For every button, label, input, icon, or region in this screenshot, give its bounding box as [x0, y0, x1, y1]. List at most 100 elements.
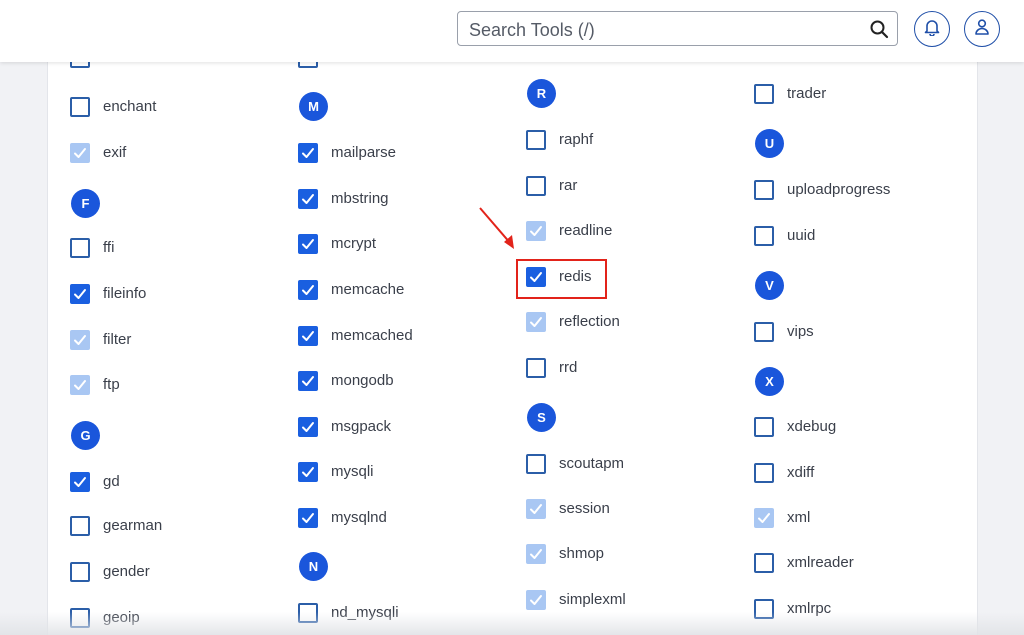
extension-checkbox[interactable] [298, 462, 318, 482]
extensions-column-1: ctio enchant exif Fffi fileinfo filter ftp Ggd g… [70, 62, 300, 635]
account-button[interactable] [964, 11, 1000, 47]
extension-row[interactable]: shmop [526, 542, 746, 566]
extension-row[interactable]: xmlreader [754, 551, 974, 575]
extension-checkbox[interactable] [754, 226, 774, 246]
extension-row[interactable]: uploadprogress [754, 178, 974, 202]
extension-row[interactable]: geoip [70, 606, 290, 630]
extension-checkbox[interactable] [754, 180, 774, 200]
extension-checkbox [70, 143, 90, 163]
extension-row[interactable]: memcache [298, 278, 518, 302]
extension-checkbox[interactable] [526, 358, 546, 378]
extension-row[interactable]: readline [526, 219, 746, 243]
extension-checkbox[interactable] [754, 553, 774, 573]
extension-checkbox[interactable] [298, 371, 318, 391]
extension-row[interactable]: exif [70, 141, 290, 165]
checkmark-icon [530, 549, 542, 559]
extension-label: redis [559, 268, 592, 285]
extension-row[interactable]: rrd [526, 356, 746, 380]
extension-row[interactable]: ctio [70, 62, 290, 70]
extension-checkbox[interactable] [70, 62, 90, 68]
extension-row[interactable]: xml [754, 506, 974, 530]
extension-label: raphf [559, 131, 594, 148]
extension-row[interactable]: redis [526, 265, 746, 289]
extension-label: vips [787, 323, 814, 340]
extension-label: enchant [103, 98, 157, 115]
search-input[interactable] [467, 18, 851, 42]
extension-row[interactable]: enchant [70, 95, 290, 119]
extension-checkbox[interactable] [70, 562, 90, 582]
extension-checkbox[interactable] [70, 238, 90, 258]
extension-label: gender [103, 563, 150, 580]
extension-row[interactable]: nd_mysqli [298, 601, 518, 625]
extension-checkbox[interactable] [298, 326, 318, 346]
extension-row[interactable]: msgpack [298, 415, 518, 439]
extension-row[interactable]: uuid [754, 224, 974, 248]
extension-row[interactable]: fileinfo [70, 282, 290, 306]
extension-label: mysqlnd [331, 509, 387, 526]
extension-checkbox[interactable] [70, 608, 90, 628]
search-box[interactable] [457, 11, 898, 46]
section-letter-badge: R [527, 79, 556, 108]
extension-checkbox[interactable] [526, 176, 546, 196]
extension-checkbox [526, 312, 546, 332]
extension-checkbox[interactable] [754, 417, 774, 437]
extension-checkbox[interactable] [298, 508, 318, 528]
extension-label: mcrypt [331, 235, 376, 252]
extension-row[interactable]: gearman [70, 514, 290, 538]
extension-checkbox[interactable] [754, 322, 774, 342]
extension-row[interactable]: trader [754, 82, 974, 106]
extension-row[interactable]: xdebug [754, 415, 974, 439]
extension-label: uploadprogress [787, 181, 891, 198]
extension-row[interactable]: ftp [70, 373, 290, 397]
extension-checkbox[interactable] [298, 280, 318, 300]
extension-row[interactable]: reflection [526, 310, 746, 334]
extension-row[interactable]: scoutapm [526, 452, 746, 476]
extension-checkbox[interactable] [298, 143, 318, 163]
extension-checkbox[interactable] [526, 130, 546, 150]
checkmark-icon [302, 376, 314, 386]
extension-checkbox[interactable] [754, 463, 774, 483]
extension-label: uuid [787, 227, 816, 244]
section-letter-badge: M [299, 92, 328, 121]
extension-label: mysqli [331, 463, 374, 480]
extension-row[interactable]: mysqlnd [298, 506, 518, 530]
checkmark-icon [530, 504, 542, 514]
extension-row[interactable]: simplexml [526, 588, 746, 612]
extension-checkbox[interactable] [70, 284, 90, 304]
extension-row[interactable] [298, 62, 518, 70]
extension-row[interactable]: gender [70, 560, 290, 584]
extension-row[interactable]: gd [70, 470, 290, 494]
checkmark-icon [302, 467, 314, 477]
extension-checkbox[interactable] [754, 599, 774, 619]
notifications-button[interactable] [914, 11, 950, 47]
checkmark-icon [302, 239, 314, 249]
bell-icon [924, 18, 940, 41]
extension-row[interactable]: filter [70, 328, 290, 352]
extension-row[interactable]: raphf [526, 128, 746, 152]
extension-row[interactable]: mongodb [298, 369, 518, 393]
extension-label: reflection [559, 313, 620, 330]
extension-label: trader [787, 85, 827, 102]
extension-checkbox[interactable] [298, 603, 318, 623]
search-icon[interactable] [869, 19, 889, 39]
extension-checkbox[interactable] [298, 417, 318, 437]
extension-checkbox[interactable] [298, 234, 318, 254]
extension-row[interactable]: vips [754, 320, 974, 344]
extension-row[interactable]: mysqli [298, 460, 518, 484]
extension-row[interactable]: mailparse [298, 141, 518, 165]
extension-checkbox[interactable] [298, 189, 318, 209]
extension-checkbox[interactable] [298, 62, 318, 68]
extension-row[interactable]: memcached [298, 324, 518, 348]
extension-row[interactable]: xmlrpc [754, 597, 974, 621]
extension-checkbox[interactable] [754, 84, 774, 104]
extension-checkbox[interactable] [526, 267, 546, 287]
extension-checkbox[interactable] [70, 516, 90, 536]
extension-row[interactable]: xdiff [754, 461, 974, 485]
extension-checkbox[interactable] [70, 472, 90, 492]
extension-row[interactable]: ffi [70, 236, 290, 260]
extension-row[interactable]: session [526, 497, 746, 521]
extension-checkbox[interactable] [526, 454, 546, 474]
extension-row[interactable]: rar [526, 174, 746, 198]
extension-checkbox[interactable] [70, 97, 90, 117]
extension-label: gd [103, 473, 120, 490]
